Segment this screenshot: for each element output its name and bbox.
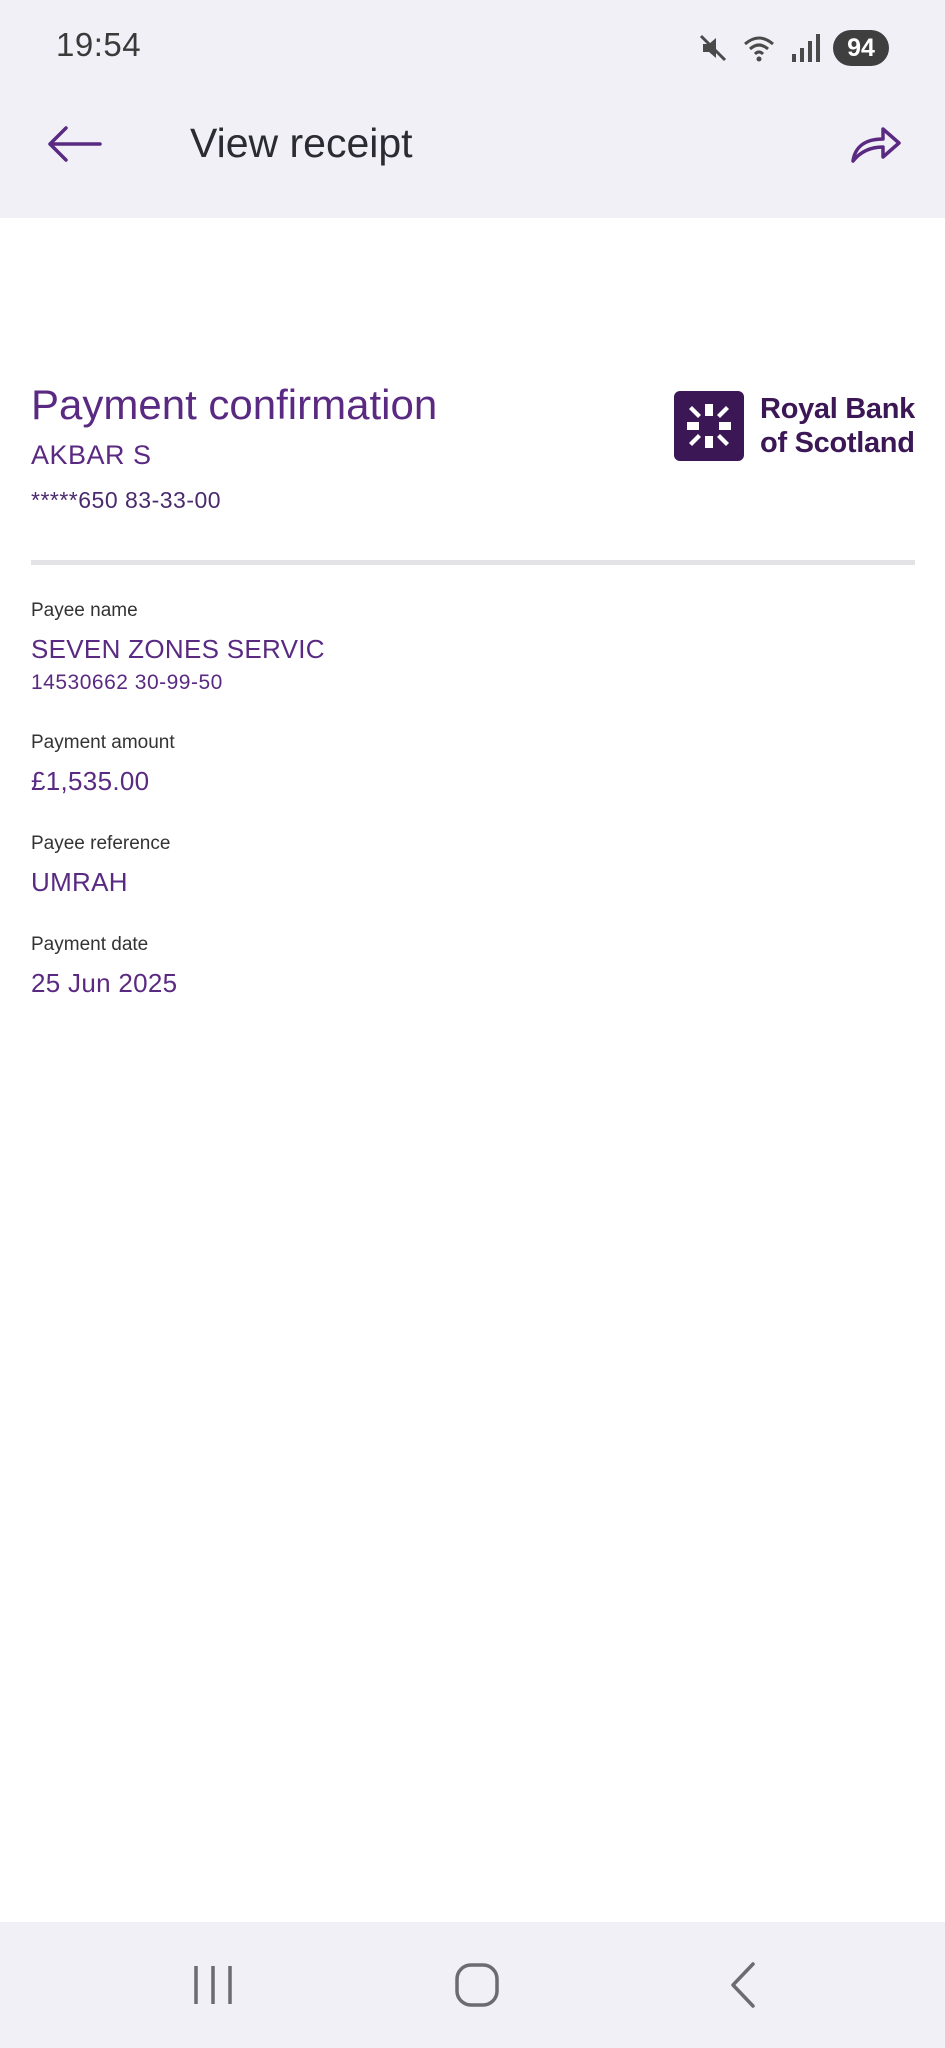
payer-account: *****650 83-33-00 bbox=[31, 487, 222, 514]
arrow-left-icon bbox=[48, 126, 102, 162]
bank-name: Royal Bank of Scotland bbox=[760, 392, 915, 460]
home-icon bbox=[455, 1963, 499, 2007]
receipt-screen: 19:54 94 View receipt Payment confirmati… bbox=[0, 0, 945, 2048]
top-chrome: 19:54 94 View receipt bbox=[0, 0, 945, 218]
payee-reference-value: UMRAH bbox=[31, 867, 128, 897]
field-label: Payment date bbox=[31, 934, 149, 955]
recent-apps-icon bbox=[194, 1966, 232, 2004]
signal-icon bbox=[787, 30, 823, 66]
payment-date-field: Payment date 25 Jun 2025 bbox=[31, 934, 915, 999]
recent-apps-button[interactable] bbox=[163, 1952, 263, 2018]
battery-level: 94 bbox=[833, 30, 889, 66]
payment-amount-field: Payment amount £1,535.00 bbox=[31, 732, 915, 797]
share-icon bbox=[851, 127, 901, 163]
share-button[interactable] bbox=[835, 114, 915, 174]
payment-date-value: 25 Jun 2025 bbox=[31, 968, 178, 998]
home-button[interactable] bbox=[427, 1952, 527, 2018]
status-bar: 19:54 94 bbox=[0, 0, 945, 95]
wifi-icon bbox=[741, 30, 777, 66]
nav-back-button[interactable] bbox=[694, 1952, 794, 2018]
section-divider bbox=[31, 560, 915, 565]
payee-reference-field: Payee reference UMRAH bbox=[31, 833, 915, 898]
field-label: Payee name bbox=[31, 600, 138, 621]
page-title: View receipt bbox=[190, 120, 413, 166]
field-label: Payee reference bbox=[31, 833, 171, 854]
mute-icon bbox=[695, 30, 731, 66]
payee-name-field: Payee name SEVEN ZONES SERVIC 14530662 3… bbox=[31, 600, 915, 695]
payment-amount-value: £1,535.00 bbox=[31, 766, 150, 796]
field-label: Payment amount bbox=[31, 732, 175, 753]
payee-name-value: SEVEN ZONES SERVIC bbox=[31, 634, 325, 664]
app-bar: View receipt bbox=[0, 100, 945, 218]
bank-logo: Royal Bank of Scotland bbox=[674, 390, 915, 462]
nav-back-icon bbox=[731, 1962, 755, 2008]
status-time: 19:54 bbox=[56, 26, 142, 63]
system-nav-bar bbox=[0, 1922, 945, 2048]
receipt-header: Payment confirmation AKBAR S *****650 83… bbox=[31, 380, 915, 514]
payee-account-value: 14530662 30-99-50 bbox=[31, 671, 223, 694]
bank-name-line1: Royal Bank bbox=[760, 393, 915, 425]
bank-logo-mark bbox=[674, 391, 745, 461]
back-button[interactable] bbox=[34, 114, 114, 174]
bank-name-line2: of Scotland bbox=[760, 427, 915, 459]
status-icons: 94 bbox=[695, 28, 889, 68]
